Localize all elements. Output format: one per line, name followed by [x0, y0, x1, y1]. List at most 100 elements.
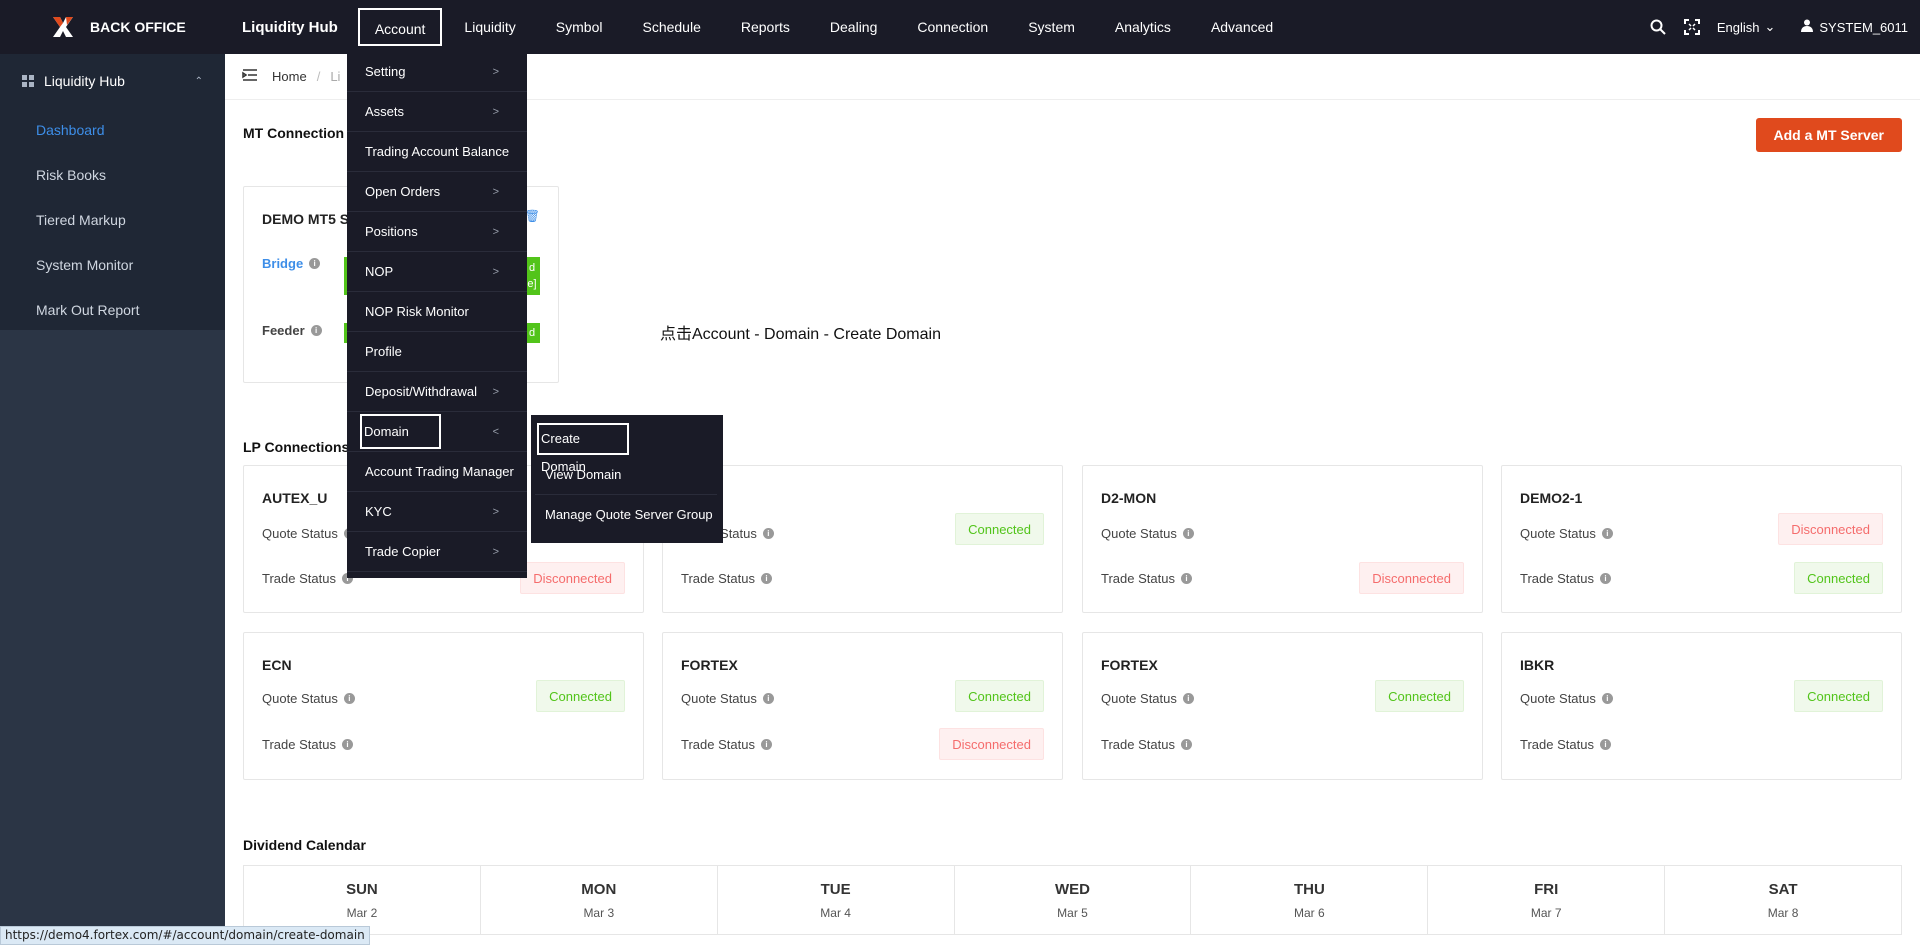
day-date: Mar 5	[1057, 906, 1088, 920]
fullscreen-icon[interactable]	[1683, 18, 1701, 36]
info-icon: i	[1182, 693, 1194, 704]
logo-icon	[50, 14, 76, 40]
quote-status-row: Quote Status i	[1520, 526, 1613, 541]
sidebar-menu: Liquidity Hub ⌃ Dashboard Risk Books Tie…	[0, 54, 225, 330]
day-date: Mar 2	[346, 906, 378, 920]
trade-status-label: Trade Status	[1101, 571, 1175, 586]
trade-status-label: Trade Status	[681, 737, 755, 752]
calendar-day[interactable]: FRI Mar 7	[1428, 866, 1666, 934]
day-date: Mar 8	[1767, 906, 1799, 920]
top-navbar: BACK OFFICE Liquidity Hub Account Liquid…	[0, 0, 1920, 54]
quote-status-label: Quote Status	[681, 691, 757, 706]
menu-item-trading-account-balance[interactable]: Trading Account Balance	[347, 132, 527, 172]
sidebar-item-mark-out-report[interactable]: Mark Out Report	[0, 288, 225, 333]
breadcrumb-home[interactable]: Home	[272, 69, 307, 84]
nav-connection[interactable]: Connection	[897, 8, 1008, 46]
brand[interactable]: BACK OFFICE	[0, 14, 225, 40]
quote-status-badge: Disconnected	[1778, 513, 1883, 545]
submenu-view-domain[interactable]: View Domain	[535, 455, 717, 495]
nav-dealing[interactable]: Dealing	[810, 8, 897, 46]
calendar-day[interactable]: THU Mar 6	[1191, 866, 1429, 934]
chevron-right-icon: >	[492, 546, 499, 558]
bridge-link[interactable]: Bridge	[262, 256, 303, 271]
menu-toggle-icon[interactable]	[242, 68, 258, 85]
menu-item-nop[interactable]: NOP >	[347, 252, 527, 292]
lp-card: IBKR Quote Status i Connected Trade Statu…	[1501, 632, 1902, 780]
info-icon: i	[1599, 573, 1611, 584]
nav-symbol[interactable]: Symbol	[536, 8, 623, 46]
trade-status-badge: Connected	[1794, 562, 1883, 594]
nav-account[interactable]: Account	[357, 8, 443, 46]
add-mt-server-button[interactable]: Add a MT Server	[1755, 118, 1902, 152]
quote-status-label: Quote Status	[262, 526, 338, 541]
menu-item-label: KYC	[365, 504, 392, 519]
menu-item-label: Positions	[365, 224, 418, 239]
quote-status-badge: Connected	[955, 513, 1044, 545]
sidebar-section-liquidity-hub[interactable]: Liquidity Hub ⌃	[0, 54, 225, 108]
menu-item-positions[interactable]: Positions >	[347, 212, 527, 252]
nav-analytics[interactable]: Analytics	[1095, 8, 1191, 46]
sidebar-item-dashboard[interactable]: Dashboard	[0, 108, 225, 153]
nav-reports[interactable]: Reports	[721, 8, 810, 46]
trade-status-label: Trade Status	[262, 737, 336, 752]
search-icon[interactable]	[1649, 18, 1667, 36]
nav-schedule[interactable]: Schedule	[622, 8, 720, 46]
info-icon: i	[1601, 693, 1613, 704]
trade-status-label: Trade Status	[1520, 737, 1594, 752]
calendar-day[interactable]: WED Mar 5	[955, 866, 1192, 934]
submenu-create-domain[interactable]: Create Domain	[537, 423, 629, 474]
sidebar-item-tiered-markup[interactable]: Tiered Markup	[0, 198, 225, 243]
language-selector[interactable]: English ⌄	[1717, 19, 1776, 35]
menu-item-label: Deposit/Withdrawal	[365, 384, 477, 399]
info-icon: i	[760, 739, 772, 750]
chevron-right-icon: >	[492, 266, 499, 278]
menu-item-account-trading-manager[interactable]: Account Trading Manager	[347, 452, 527, 492]
menu-item-trade-copier[interactable]: Trade Copier >	[347, 532, 527, 572]
day-name: THU	[1293, 881, 1325, 898]
mt-connection-title: MT Connection	[243, 125, 345, 141]
menu-item-domain[interactable]: Domain <	[347, 412, 527, 452]
calendar-day[interactable]: SAT Mar 8	[1665, 866, 1901, 934]
menu-item-open-orders[interactable]: Open Orders >	[347, 172, 527, 212]
lp-card: ECN Quote Status i Connected Trade Status…	[243, 632, 644, 780]
menu-item-label: NOP Risk Monitor	[365, 304, 469, 319]
trade-status-badge: Disconnected	[520, 562, 625, 594]
quote-status-label: Quote Status	[1101, 526, 1177, 541]
trade-status-row: Trade Status i	[262, 571, 353, 586]
menu-item-profile[interactable]: Profile	[347, 332, 527, 372]
trade-status-row: Trade Status i	[262, 737, 353, 752]
dividend-calendar: SUN Mar 2 MON Mar 3 TUE Mar 4 WED Mar 5 THU M…	[243, 865, 1902, 935]
calendar-day[interactable]: TUE Mar 4	[718, 866, 955, 934]
trash-icon[interactable]: 🗑	[525, 209, 540, 223]
sidebar-item-system-monitor[interactable]: System Monitor	[0, 243, 225, 288]
menu-item-label: Trading Account Balance	[365, 144, 510, 159]
sidebar-item-risk-books[interactable]: Risk Books	[0, 153, 225, 198]
chevron-right-icon: >	[492, 226, 499, 238]
menu-item-kyc[interactable]: KYC >	[347, 492, 527, 532]
info-icon: i	[1180, 739, 1192, 750]
menu-item-label: Account Trading Manager	[365, 464, 514, 479]
chevron-up-icon: ⌃	[194, 75, 203, 87]
nav-system[interactable]: System	[1008, 8, 1095, 46]
day-name: TUE	[820, 881, 851, 898]
lp-name: FORTEX	[681, 657, 738, 673]
user-menu[interactable]: SYSTEM_6011	[1801, 19, 1908, 35]
trade-status-row: Trade Status i	[1101, 571, 1192, 586]
nav-hub[interactable]: Liquidity Hub	[242, 19, 338, 36]
menu-item-nop-risk-monitor[interactable]: NOP Risk Monitor	[347, 292, 527, 332]
calendar-day[interactable]: SUN Mar 2	[244, 866, 481, 934]
lp-card: FORTEX Quote Status i Connected Trade Sta…	[1082, 632, 1483, 780]
nav-liquidity[interactable]: Liquidity	[444, 8, 535, 46]
bridge-row: Bridge i	[262, 256, 321, 271]
nav-advanced[interactable]: Advanced	[1191, 8, 1293, 46]
quote-status-label: Quote Status	[1520, 526, 1596, 541]
submenu-manage-quote-server-group[interactable]: Manage Quote Server Group	[535, 495, 717, 535]
menu-item-setting[interactable]: Setting >	[347, 52, 527, 92]
menu-item-assets[interactable]: Assets >	[347, 92, 527, 132]
lp-name: ECN	[262, 657, 292, 673]
info-icon: i	[762, 528, 774, 539]
calendar-day[interactable]: MON Mar 3	[481, 866, 718, 934]
menu-item-label: Domain	[360, 414, 441, 449]
menu-item-deposit-withdrawal[interactable]: Deposit/Withdrawal >	[347, 372, 527, 412]
day-name: FRI	[1534, 881, 1559, 898]
